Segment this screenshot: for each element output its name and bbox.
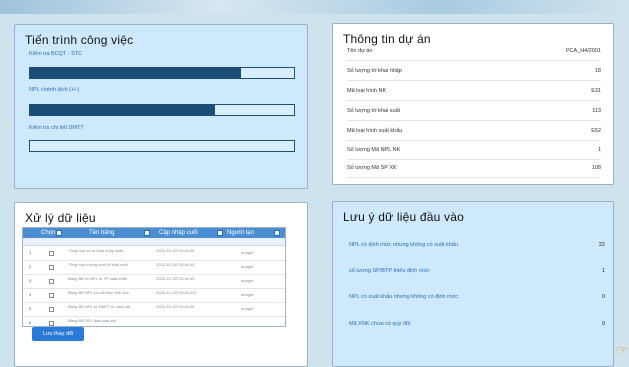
row-name: Tổng hợp lượng xuất tờ khai xuất (68, 262, 128, 267)
row-user: dungnt (241, 278, 254, 283)
task-progress-fill (30, 68, 242, 78)
row-number: 3 (29, 278, 32, 283)
input-notes-panel: Lưu ý dữ liệu đầu vào NPL có định mức nh… (332, 201, 614, 367)
filter-icon[interactable] (144, 230, 150, 236)
row-user: dungnt (241, 264, 254, 269)
info-key: Số lượng tờ khai nhập (347, 68, 402, 74)
row-user: dungnt (241, 250, 254, 255)
row-name: Bảng BĐ NPL tờ ĐMTT tờ cách đã (68, 304, 130, 309)
info-value: E31 (591, 88, 601, 94)
row-name: Tổng hợp số tờ khai nhập khẩu (68, 248, 124, 253)
row-number: 4 (29, 292, 32, 297)
data-processing-title: Xử lý dữ liệu (25, 211, 96, 225)
row-number: 5 (29, 306, 32, 311)
row-checkbox[interactable] (49, 293, 54, 298)
col-header-creator[interactable]: Người tạo (227, 230, 254, 236)
row-date: 2022-10-19T15:42:45 (156, 276, 195, 281)
filter-icon[interactable] (217, 230, 223, 236)
task-progress-bar (29, 140, 295, 152)
info-row-project-name: Tên dự án PCA_H4/2001 (347, 43, 601, 61)
row-user: dungnt (241, 292, 254, 297)
table-row[interactable]: 2 Tổng hợp lượng xuất tờ khai xuất 2022-… (23, 261, 285, 275)
progress-panel-title: Tiến trình công việc (25, 33, 134, 47)
table-filter-row (23, 238, 285, 246)
filter-icon[interactable] (56, 230, 62, 236)
note-label: Mã XNK chưa có quy đổi (349, 321, 411, 327)
task-progress-fill (30, 105, 215, 115)
table-row[interactable]: 5 Bảng BĐ NPL tờ ĐMTT tờ cách đã 2022-10… (23, 303, 285, 317)
row-checkbox[interactable] (49, 321, 54, 326)
row-date: 2022-10-19T15:42:45 (156, 248, 195, 253)
row-name: Bảng BĐ NPL có mã theo lĩnh vực (68, 290, 130, 295)
row-date: 2022-10-19T15:42:45 (156, 262, 195, 267)
info-row-sp-count: Số lượng Mã SP XK 108 (347, 160, 601, 178)
info-value: 1 (597, 147, 601, 153)
info-key: Số lượng tờ khai xuất (347, 108, 401, 114)
filter-icon[interactable] (274, 230, 280, 236)
info-row-export-type: Mã loại hình xuất khẩu E52 (347, 123, 601, 141)
row-number: 1 (29, 250, 32, 255)
note-value: 0 (601, 294, 605, 300)
note-row-xnk-no-conversion[interactable]: Mã XNK chưa có quy đổi 0 (349, 321, 605, 333)
info-row-import-type: Mã loại hình NK E31 (347, 83, 601, 101)
top-banner (0, 0, 629, 14)
info-key: Tên dự án (347, 48, 373, 54)
table-row[interactable]: 4 Bảng BĐ NPL có mã theo lĩnh vực 2022-1… (23, 289, 285, 303)
info-key: Số lượng Mã SP XK (347, 165, 397, 171)
row-date: 2022-10-19T15:42:45 (156, 304, 195, 309)
row-user: dungnt (241, 306, 254, 311)
row-checkbox[interactable] (49, 279, 54, 284)
task-progress-bar (29, 67, 295, 79)
info-key: Mã loại hình xuất khẩu (347, 128, 403, 134)
info-value: 18 (594, 68, 601, 74)
row-number: 6 (29, 320, 32, 325)
hand-cursor-icon: ☞ (616, 342, 629, 358)
info-key: Số lượng Mã NPL NK (347, 147, 401, 153)
note-value: 22 (598, 242, 605, 248)
info-row-npl-count: Số lượng Mã NPL NK 1 (347, 142, 601, 160)
input-notes-title: Lưu ý dữ liệu đầu vào (343, 210, 465, 224)
info-row-import-count: Số lượng tờ khai nhập 18 (347, 63, 601, 81)
info-value: E52 (591, 128, 601, 134)
table-row[interactable]: 3 Bảng BĐ từ NPL tờ TP xuất khẩu 2022-10… (23, 275, 285, 289)
task-progress-bar (29, 104, 295, 116)
table-header: Chọn Tên bảng Cập nhập cuối Người tạo (23, 228, 285, 238)
note-value: 0 (601, 321, 605, 327)
note-value: 1 (601, 268, 605, 274)
col-header-select[interactable]: Chọn (41, 230, 55, 236)
task-label-bcqt[interactable]: Kiểm tra BCQT - STC (29, 51, 82, 57)
task-label-npl[interactable]: NPL chênh lệch (+/-) (29, 87, 79, 93)
task-label-dmtt[interactable]: Kiểm tra chi tiết DMTT (29, 125, 84, 131)
note-label: NPL có định mức nhưng không có xuất khẩu (349, 242, 458, 248)
progress-panel: Tiến trình công việc Kiểm tra BCQT - STC… (14, 24, 308, 189)
save-changes-button[interactable]: Lưu thay đổi (32, 327, 84, 341)
table-row[interactable]: 1 Tổng hợp số tờ khai nhập khẩu 2022-10-… (23, 247, 285, 261)
col-header-name[interactable]: Tên bảng (89, 230, 114, 236)
row-checkbox[interactable] (49, 265, 54, 270)
table-row[interactable]: 6 Bảng BĐ NPL theo loại mã (23, 317, 285, 326)
row-name: Bảng BĐ NPL theo loại mã (68, 318, 116, 323)
row-date: 2022-10-19T15:44:221 (156, 290, 197, 295)
row-name: Bảng BĐ từ NPL tờ TP xuất khẩu (68, 276, 128, 281)
note-row-npl-no-norm[interactable]: NPL có xuất khẩu nhưng không có định mức… (349, 294, 605, 306)
row-checkbox[interactable] (49, 307, 54, 312)
info-row-export-count: Số lượng tờ khai xuất 113 (347, 103, 601, 121)
project-info-panel: Thông tin dự án Tên dự án PCA_H4/2001 Số… (332, 23, 614, 185)
note-label: NPL có xuất khẩu nhưng không có định mức (349, 294, 458, 300)
note-row-npl-no-export[interactable]: NPL có định mức nhưng không có xuất khẩu… (349, 242, 605, 254)
row-number: 2 (29, 264, 32, 269)
info-key: Mã loại hình NK (347, 88, 387, 94)
note-label: số lượng SP/BTP thiếu định mức (349, 268, 430, 274)
note-row-sp-missing-norm[interactable]: số lượng SP/BTP thiếu định mức 1 (349, 268, 605, 280)
info-value: 113 (592, 108, 601, 114)
info-value: 108 (591, 165, 601, 171)
data-table: Chọn Tên bảng Cập nhập cuối Người tạo 1 … (22, 227, 286, 327)
info-value: PCA_H4/2001 (565, 48, 601, 54)
row-checkbox[interactable] (49, 251, 54, 256)
col-header-updated[interactable]: Cập nhập cuối (159, 230, 198, 236)
